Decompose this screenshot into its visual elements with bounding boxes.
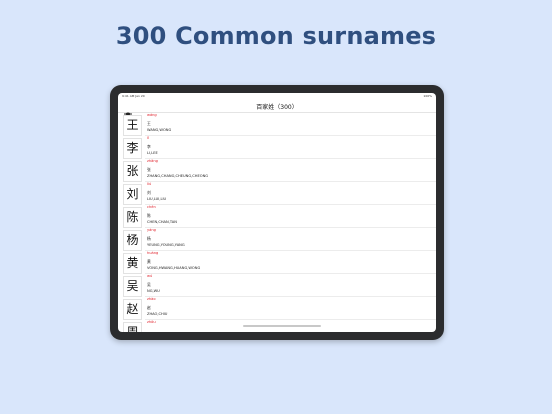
romanization-label: ZHAO,CHIU	[147, 312, 168, 316]
list-item[interactable]: 陈 chén 陈 CHEN,CHAN,TAN	[118, 205, 436, 228]
headline: 300 Common surnames	[115, 22, 437, 50]
list-item[interactable]: 王 wáng 王 WANG,WONG	[118, 113, 436, 136]
hanzi-label: 李	[147, 144, 151, 149]
romanization-label: CHEN,CHAN,TAN	[147, 220, 177, 224]
pinyin-label: liú	[147, 182, 152, 186]
app-screen: 9:41 AM Jan 20 100% 百家姓（300） 王 wáng 王 WA…	[118, 93, 436, 332]
romanization-label: NG,WU	[147, 289, 160, 293]
romanization-label: WANG,WONG	[147, 128, 172, 132]
romanization-label: ZHANG,CHANG,CHEUNG,CHEONG	[147, 174, 209, 178]
navigation-bar: 百家姓（300）	[118, 99, 436, 116]
surname-character: 黄	[123, 253, 142, 274]
pinyin-label: lǐ	[147, 136, 149, 140]
pinyin-label: wú	[147, 274, 153, 278]
pinyin-label: zhāng	[147, 159, 158, 163]
pinyin-label: yáng	[147, 228, 156, 232]
hanzi-label: 黄	[147, 259, 151, 264]
list-item[interactable]: 李 lǐ 李 LI,LEE	[118, 136, 436, 159]
surname-character: 杨	[123, 230, 142, 251]
surname-character: 张	[123, 161, 142, 182]
list-item[interactable]: 黄 huáng 黄 VONG,HWANG,HUANG,WONG	[118, 251, 436, 274]
list-item[interactable]: 张 zhāng 张 ZHANG,CHANG,CHEUNG,CHEONG	[118, 159, 436, 182]
surname-character: 周	[123, 322, 142, 332]
hanzi-label: 陈	[147, 213, 151, 218]
list-item[interactable]: 刘 liú 刘 LIU,LUI,LIU	[118, 182, 436, 205]
hanzi-label: 张	[147, 167, 151, 172]
pinyin-label: zhōu	[147, 320, 156, 324]
pinyin-label: wáng	[147, 113, 157, 117]
list-item[interactable]: 吴 wú 吴 NG,WU	[118, 274, 436, 297]
status-battery: 100%	[423, 94, 432, 98]
romanization-label: LIU,LUI,LIU	[147, 197, 167, 201]
pinyin-label: chén	[147, 205, 156, 209]
surname-character: 刘	[123, 184, 142, 205]
surname-character: 王	[123, 115, 142, 136]
romanization-label: LI,LEE	[147, 151, 158, 155]
surname-character: 陈	[123, 207, 142, 228]
romanization-label: VONG,HWANG,HUANG,WONG	[147, 266, 201, 270]
surname-character: 李	[123, 138, 142, 159]
hanzi-label: 赵	[147, 305, 151, 310]
pinyin-label: zhào	[147, 297, 156, 301]
list-item[interactable]: 赵 zhào 赵 ZHAO,CHIU	[118, 297, 436, 320]
surname-character: 赵	[123, 299, 142, 320]
list-item[interactable]: 杨 yáng 杨 YEUNG,YOUNG,YANG	[118, 228, 436, 251]
surname-list[interactable]: 王 wáng 王 WANG,WONG 李 lǐ 李 LI,LEE 张 zhāng…	[118, 113, 436, 332]
hanzi-label: 吴	[147, 282, 151, 287]
home-indicator[interactable]	[243, 325, 321, 327]
hanzi-label: 刘	[147, 190, 151, 195]
hanzi-label: 杨	[147, 236, 151, 241]
page-title: 百家姓（300）	[256, 104, 298, 111]
surname-character: 吴	[123, 276, 142, 297]
ipad-frame: 9:41 AM Jan 20 100% 百家姓（300） 王 wáng 王 WA…	[110, 85, 444, 340]
pinyin-label: huáng	[147, 251, 159, 255]
status-time: 9:41 AM Jan 20	[122, 94, 145, 98]
hanzi-label: 王	[147, 121, 151, 126]
romanization-label: YEUNG,YOUNG,YANG	[147, 243, 185, 247]
